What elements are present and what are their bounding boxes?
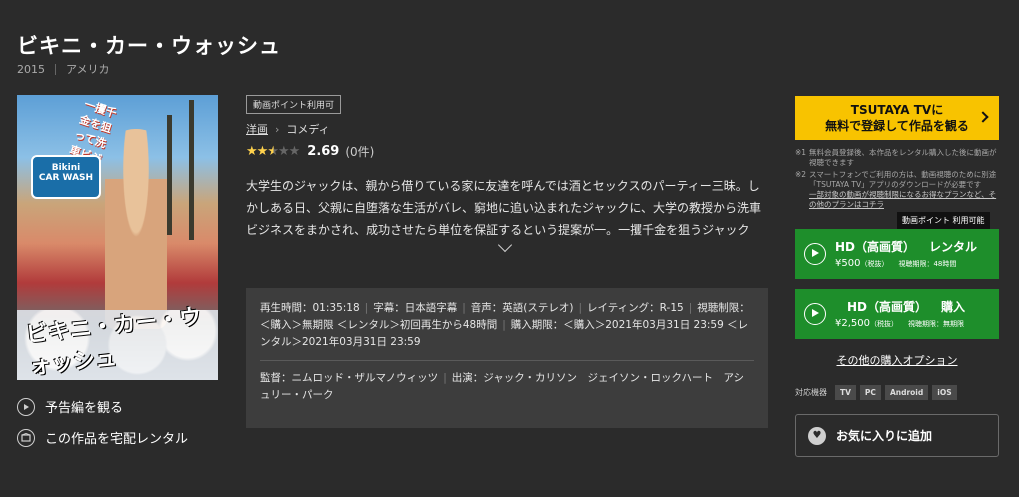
poster-logo-line1: Bikini [51,163,81,173]
device-tag: TV [835,385,856,400]
point-tooltip: 動画ポイント 利用可能 [897,212,990,233]
poster-logo: Bikini CAR WASH [31,155,101,199]
genre-link[interactable]: 洋画 [246,121,268,137]
director: 監督：ニムロッド・ザルマノウィッツ [260,372,439,384]
credits: 監督：ニムロッド・ザルマノウィッツ | 出演：ジャック・カリソン ジェイソン・ロック… [260,372,745,401]
star-icon: ★ [246,144,258,159]
trailer-button[interactable]: 予告編を観る [17,397,123,416]
note-2: スマートフォンでご利用の方は、動画視聴のために別途「TSUTAYA TV」アプリ… [809,170,997,189]
trailer-label: 予告編を観る [45,401,124,416]
rating-count: (0件) [345,145,375,159]
favorite-label: お気に入りに追加 [836,429,933,443]
page-title: ビキニ・カー・ウォッシュ [17,34,281,58]
devices-label: 対応機器 [795,388,827,397]
rating: ★★★★★ 2.69 (0件) [246,143,374,160]
other-options-link[interactable]: その他の購入オプション [795,352,999,368]
palm-tree [189,100,194,240]
details-box: 再生時間：01:35:18 | 字幕：日本語字幕 | 音声：英語(ステレオ) | レイティン… [246,288,768,428]
purchase-button[interactable]: HD（高画質） 購入 ¥2,500（税抜） 視聴期限：無期限 [795,289,999,339]
offer-title: HD（高画質） レンタル [835,240,978,254]
poster-figure [105,129,167,329]
play-circle-icon [804,243,826,265]
device-tag: PC [859,385,881,400]
offer-price: ¥500（税抜） 視聴期限：48時間 [835,258,957,269]
palm-tree [167,115,172,235]
star-icon: ★ [277,144,290,159]
rating-score: 2.69 [307,144,340,159]
synopsis: 大学生のジャックは、親から借りている家に友達を呼んでは酒とセックスのパーティー三… [246,179,762,237]
note-key: ※2 [795,170,807,179]
star-icon: ★ [256,144,269,159]
device-tag: iOS [932,385,957,400]
poster-image: 一攫千金を狙って洗車ビジネス!? Bikini CAR WASH ビキニ・カー・… [17,95,218,380]
plans-link[interactable]: 一部対象の動画が視聴制限になるお得なプランなど、その他のプランはコチラ [809,190,996,209]
notes: ※1 無料会員登録後、本作品をレンタル購入した後に動画が視聴できます ※2 スマート… [795,148,1000,210]
divider [260,360,754,361]
star-icon: ★ [288,144,301,159]
spec-lines: 再生時間：01:35:18 | 字幕：日本語字幕 | 音声：英語(ステレオ) | レイティン… [260,302,750,348]
cta-line1: TSUTAYA TVに [850,103,944,117]
offer-title: HD（高画質） 購入 [847,300,966,314]
delivery-icon [17,428,35,447]
favorite-button[interactable]: ♥ お気に入りに追加 [795,414,999,457]
audio: 音声：英語(ステレオ) [470,302,574,314]
breadcrumb: 洋画 › コメディ [246,121,330,137]
rental-button[interactable]: HD（高画質） レンタル ¥500（税抜） 視聴期限：48時間 [795,229,999,279]
note-key: ※1 [795,148,807,157]
meta-divider [55,63,56,75]
heart-icon: ♥ [808,426,826,445]
country: アメリカ [66,63,110,76]
play-icon [17,397,35,416]
point-badge: 動画ポイント利用可 [246,95,342,114]
cta-line2: 無料で登録して作品を観る [825,119,969,133]
delivery-rental-button[interactable]: この作品を宅配レンタル [17,428,188,447]
delivery-rental-label: この作品を宅配レンタル [45,432,189,447]
poster-logo-line2: CAR WASH [38,173,94,183]
subtitles: 字幕：日本語字幕 [373,302,458,314]
release-year: 2015 [17,62,45,76]
chevron-right-icon: › [275,122,280,136]
offer-price: ¥2,500（税抜） 視聴期限：無期限 [835,318,964,329]
star-rating: ★★★★★ [246,144,301,159]
device-tag: Android [884,385,929,400]
subgenre: コメディ [286,123,330,136]
age-rating: レイティング：R-15 [587,302,684,314]
star-half-icon: ★ [267,144,279,159]
runtime: 再生時間：01:35:18 [260,302,360,314]
supported-devices: 対応機器 TV PC Android iOS [795,385,961,400]
register-cta-button[interactable]: TSUTAYA TVに 無料で登録して作品を観る [795,96,999,140]
note-1: 無料会員登録後、本作品をレンタル購入した後に動画が視聴できます [809,148,997,167]
movie-meta: 2015 アメリカ [17,61,109,77]
play-circle-icon [804,303,826,325]
